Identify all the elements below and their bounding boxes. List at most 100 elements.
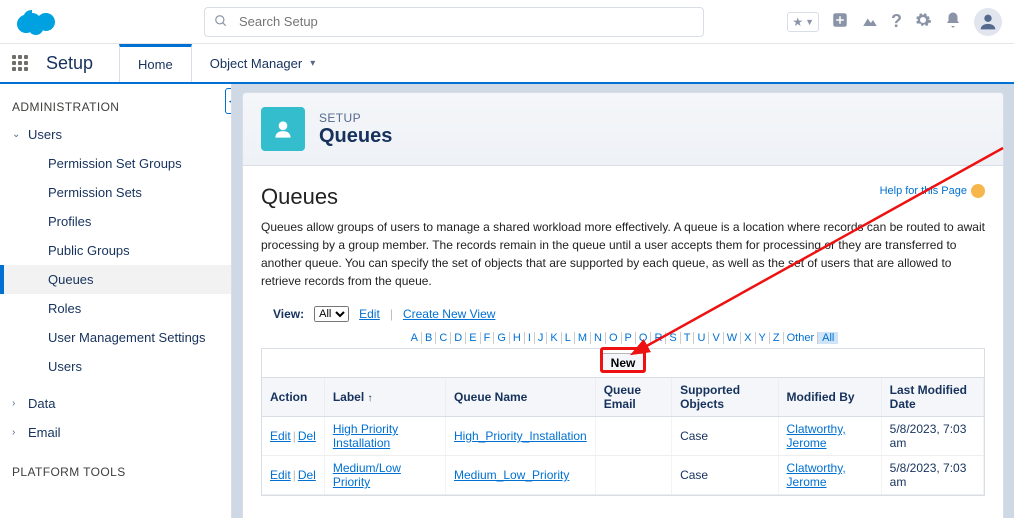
- view-edit-link[interactable]: Edit: [359, 307, 380, 321]
- content-card: Help for this Page Queues Queues allow g…: [242, 166, 1004, 518]
- content-heading: Queues: [261, 184, 985, 210]
- alpha-M[interactable]: M: [575, 332, 591, 344]
- alpha-A[interactable]: A: [408, 332, 422, 344]
- alpha-H[interactable]: H: [510, 332, 525, 344]
- favorites-button[interactable]: ★ ▼: [787, 12, 819, 32]
- row-edit-link[interactable]: Edit: [270, 468, 291, 482]
- sidebar-collapse-handle[interactable]: ◂: [225, 88, 232, 114]
- alpha-F[interactable]: F: [481, 332, 495, 344]
- row-del-link[interactable]: Del: [298, 468, 316, 482]
- queues-icon: [261, 107, 305, 151]
- sidebar-item-users-parent[interactable]: ⌄ Users: [0, 120, 231, 149]
- trailhead-icon[interactable]: [861, 11, 879, 32]
- global-search-input[interactable]: [204, 7, 704, 37]
- row-del-link[interactable]: Del: [298, 429, 316, 443]
- alpha-P[interactable]: P: [622, 332, 636, 344]
- col-queue-email[interactable]: Queue Email: [595, 378, 671, 417]
- row-label-link[interactable]: High Priority Installation: [333, 422, 398, 450]
- alpha-I[interactable]: I: [525, 332, 535, 344]
- alpha-S[interactable]: S: [666, 332, 680, 344]
- sidebar-section-administration: ADMINISTRATION: [0, 94, 231, 120]
- col-last-modified[interactable]: Last Modified Date: [881, 378, 983, 417]
- queues-table: Action Label ↑ Queue Name Queue Email Su…: [262, 378, 984, 495]
- row-queue-email: [595, 417, 671, 456]
- sidebar-item-data[interactable]: ›Data: [0, 389, 231, 418]
- row-edit-link[interactable]: Edit: [270, 429, 291, 443]
- global-header: ★ ▼ ?: [0, 0, 1014, 44]
- alpha-D[interactable]: D: [451, 332, 466, 344]
- col-modified-by[interactable]: Modified By: [778, 378, 881, 417]
- page-title: Queues: [319, 125, 392, 148]
- table-row: Edit|DelHigh Priority InstallationHigh_P…: [262, 417, 984, 456]
- context-bar: Setup Home Object Manager▾: [0, 44, 1014, 84]
- new-queue-button[interactable]: New: [600, 353, 647, 373]
- help-icon[interactable]: ?: [891, 11, 902, 32]
- main-content: S E TU P Queues Help for this Page Queues Q…: [232, 84, 1014, 518]
- chevron-right-icon: ›: [12, 398, 22, 409]
- col-queue-name[interactable]: Queue Name: [445, 378, 595, 417]
- col-action[interactable]: Action: [262, 378, 324, 417]
- alpha-Y[interactable]: Y: [756, 332, 770, 344]
- sidebar-item-user-mgmt-settings[interactable]: User Management Settings: [0, 323, 231, 352]
- tab-object-manager[interactable]: Object Manager▾: [192, 44, 334, 82]
- chevron-down-icon: ⌄: [12, 129, 22, 140]
- alpha-U[interactable]: U: [694, 332, 709, 344]
- alpha-Z[interactable]: Z: [770, 332, 784, 344]
- create-new-view-link[interactable]: Create New View: [403, 307, 495, 321]
- row-last-modified: 5/8/2023, 7:03 am: [881, 456, 983, 495]
- sidebar-item-email[interactable]: ›Email: [0, 418, 231, 447]
- search-icon: [214, 14, 228, 31]
- sidebar-users-label: Users: [28, 127, 62, 142]
- sidebar-item-permission-set-groups[interactable]: Permission Set Groups: [0, 149, 231, 178]
- alpha-O[interactable]: O: [606, 332, 622, 344]
- sidebar-item-profiles[interactable]: Profiles: [0, 207, 231, 236]
- user-avatar[interactable]: [974, 8, 1002, 36]
- view-selector-row: View: All Edit | Create New View: [273, 306, 985, 322]
- alpha-other[interactable]: Other: [784, 332, 819, 344]
- alpha-N[interactable]: N: [591, 332, 606, 344]
- sidebar-item-public-groups[interactable]: Public Groups: [0, 236, 231, 265]
- sidebar-resize-handle[interactable]: [226, 84, 232, 518]
- row-label-link[interactable]: Medium/Low Priority: [333, 461, 401, 489]
- alpha-V[interactable]: V: [709, 332, 723, 344]
- setup-gear-icon[interactable]: [914, 11, 932, 32]
- tab-home-label: Home: [138, 57, 173, 72]
- alpha-L[interactable]: L: [562, 332, 575, 344]
- setup-sidebar: ADMINISTRATION ⌄ Users Permission Set Gro…: [0, 84, 232, 518]
- alpha-all[interactable]: All: [818, 332, 838, 344]
- alpha-C[interactable]: C: [436, 332, 451, 344]
- row-modified-by-link[interactable]: Clatworthy, Jerome: [787, 422, 846, 450]
- app-name: Setup: [46, 53, 93, 74]
- salesforce-logo-icon: [12, 5, 62, 39]
- view-select[interactable]: All: [314, 306, 349, 322]
- sidebar-item-queues[interactable]: Queues: [0, 265, 231, 294]
- row-queue-email: [595, 456, 671, 495]
- alpha-K[interactable]: K: [547, 332, 561, 344]
- tab-om-label: Object Manager: [210, 56, 303, 71]
- alpha-E[interactable]: E: [466, 332, 480, 344]
- row-queue-name-link[interactable]: Medium_Low_Priority: [454, 468, 569, 482]
- row-modified-by-link[interactable]: Clatworthy, Jerome: [787, 461, 846, 489]
- help-for-this-page-link[interactable]: Help for this Page: [880, 184, 985, 198]
- alpha-X[interactable]: X: [741, 332, 755, 344]
- alpha-G[interactable]: G: [494, 332, 510, 344]
- col-label[interactable]: Label ↑: [324, 378, 445, 417]
- alpha-T[interactable]: T: [681, 332, 695, 344]
- sidebar-item-roles[interactable]: Roles: [0, 294, 231, 323]
- table-row: Edit|DelMedium/Low PriorityMedium_Low_Pr…: [262, 456, 984, 495]
- alpha-B[interactable]: B: [422, 332, 436, 344]
- global-plus-icon[interactable]: [831, 11, 849, 32]
- notifications-bell-icon[interactable]: [944, 11, 962, 32]
- tab-home[interactable]: Home: [119, 44, 192, 82]
- app-launcher-icon[interactable]: [12, 55, 32, 71]
- sidebar-item-users[interactable]: Users: [0, 352, 231, 381]
- alpha-W[interactable]: W: [724, 332, 741, 344]
- alpha-Q[interactable]: Q: [636, 332, 652, 344]
- col-supported-objects[interactable]: Supported Objects: [672, 378, 778, 417]
- chevron-right-icon: ›: [12, 427, 22, 438]
- sidebar-item-permission-sets[interactable]: Permission Sets: [0, 178, 231, 207]
- alpha-R[interactable]: R: [651, 332, 666, 344]
- row-queue-name-link[interactable]: High_Priority_Installation: [454, 429, 587, 443]
- alpha-J[interactable]: J: [535, 332, 548, 344]
- alpha-filter-row: ABCDEFGHIJKLMNOPQRSTUVWXYZOtherAll: [261, 332, 985, 344]
